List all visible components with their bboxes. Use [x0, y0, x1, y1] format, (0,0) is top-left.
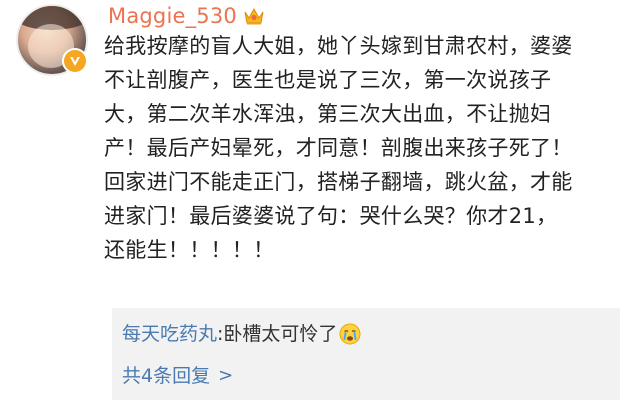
comment-body: 给我按摩的盲人大姐，她丫头嫁到甘肃农村，婆婆 不让剖腹产，医生也是说了三次，第一… — [104, 29, 624, 267]
username-link[interactable]: Maggie_530 — [108, 4, 237, 28]
comment-line: 大，第二次羊水浑浊，第三次大出血，不让抛妇 — [104, 102, 552, 126]
chevron-right-icon: > — [218, 365, 234, 386]
comment-line: 产！最后产妇晕死，才同意！剖腹出来孩子死了！ — [104, 136, 573, 160]
view-more-replies-link[interactable]: 共4条回复 > — [122, 362, 233, 390]
comment-line: 给我按摩的盲人大姐，她丫头嫁到甘肃农村，婆婆 — [104, 34, 573, 58]
comment-line: 进家门！最后婆婆说了句：哭什么哭？你才21， — [104, 204, 558, 228]
comment-line: 还能生！！！！！ — [104, 238, 275, 262]
verified-v-icon — [62, 48, 88, 74]
comment-header: Maggie_530 — [108, 2, 265, 30]
comment-line: 回家进门不能走正门，搭梯子翻墙，跳火盆，才能 — [104, 170, 573, 194]
crown-icon — [244, 7, 264, 25]
reply-username-link[interactable]: 每天吃药丸 — [122, 320, 217, 348]
comment-line: 不让剖腹产，医生也是说了三次，第一次说孩子 — [104, 68, 552, 92]
avatar-container[interactable] — [16, 4, 88, 76]
reply-preview-box: 每天吃药丸 : 卧槽太可怜了 共4条回复 > — [112, 308, 620, 400]
crying-face-icon — [339, 323, 361, 345]
reply-text: 卧槽太可怜了 — [223, 323, 338, 345]
reply-item: 每天吃药丸 : 卧槽太可怜了 — [122, 320, 361, 348]
more-replies-label: 共4条回复 — [122, 365, 211, 387]
